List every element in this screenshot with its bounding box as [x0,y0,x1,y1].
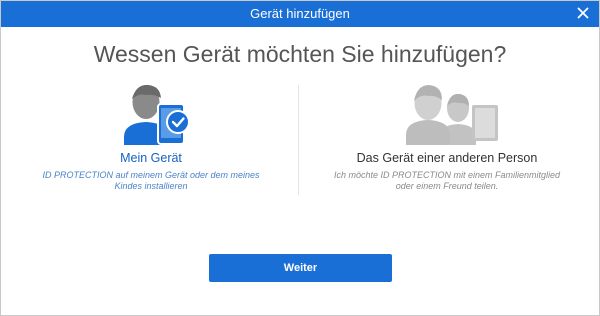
next-button[interactable]: Weiter [209,254,392,282]
option-other-person-device-description: Ich möchte ID PROTECTION mit einem Famil… [333,170,561,191]
two-people-with-tablet-icon [406,85,498,145]
person-with-phone-check-icon [124,84,190,145]
add-device-dialog: Gerät hinzufügen Wessen Gerät möchten Si… [0,0,600,316]
option-my-device-title: Mein Gerät [120,151,182,165]
title-bar: Gerät hinzufügen [1,1,599,27]
option-other-person-device[interactable]: Das Gerät einer anderen Person Ich möcht… [312,79,582,209]
option-my-device[interactable]: Mein Gerät ID PROTECTION auf meinem Gerä… [16,79,286,209]
close-button[interactable] [573,3,593,23]
close-icon [577,7,589,19]
option-other-person-device-title: Das Gerät einer anderen Person [356,151,538,165]
divider [298,85,299,195]
dialog-title: Gerät hinzufügen [250,6,350,21]
option-my-device-description: ID PROTECTION auf meinem Gerät oder dem … [42,170,260,191]
page-title: Wessen Gerät möchten Sie hinzufügen? [93,41,507,67]
